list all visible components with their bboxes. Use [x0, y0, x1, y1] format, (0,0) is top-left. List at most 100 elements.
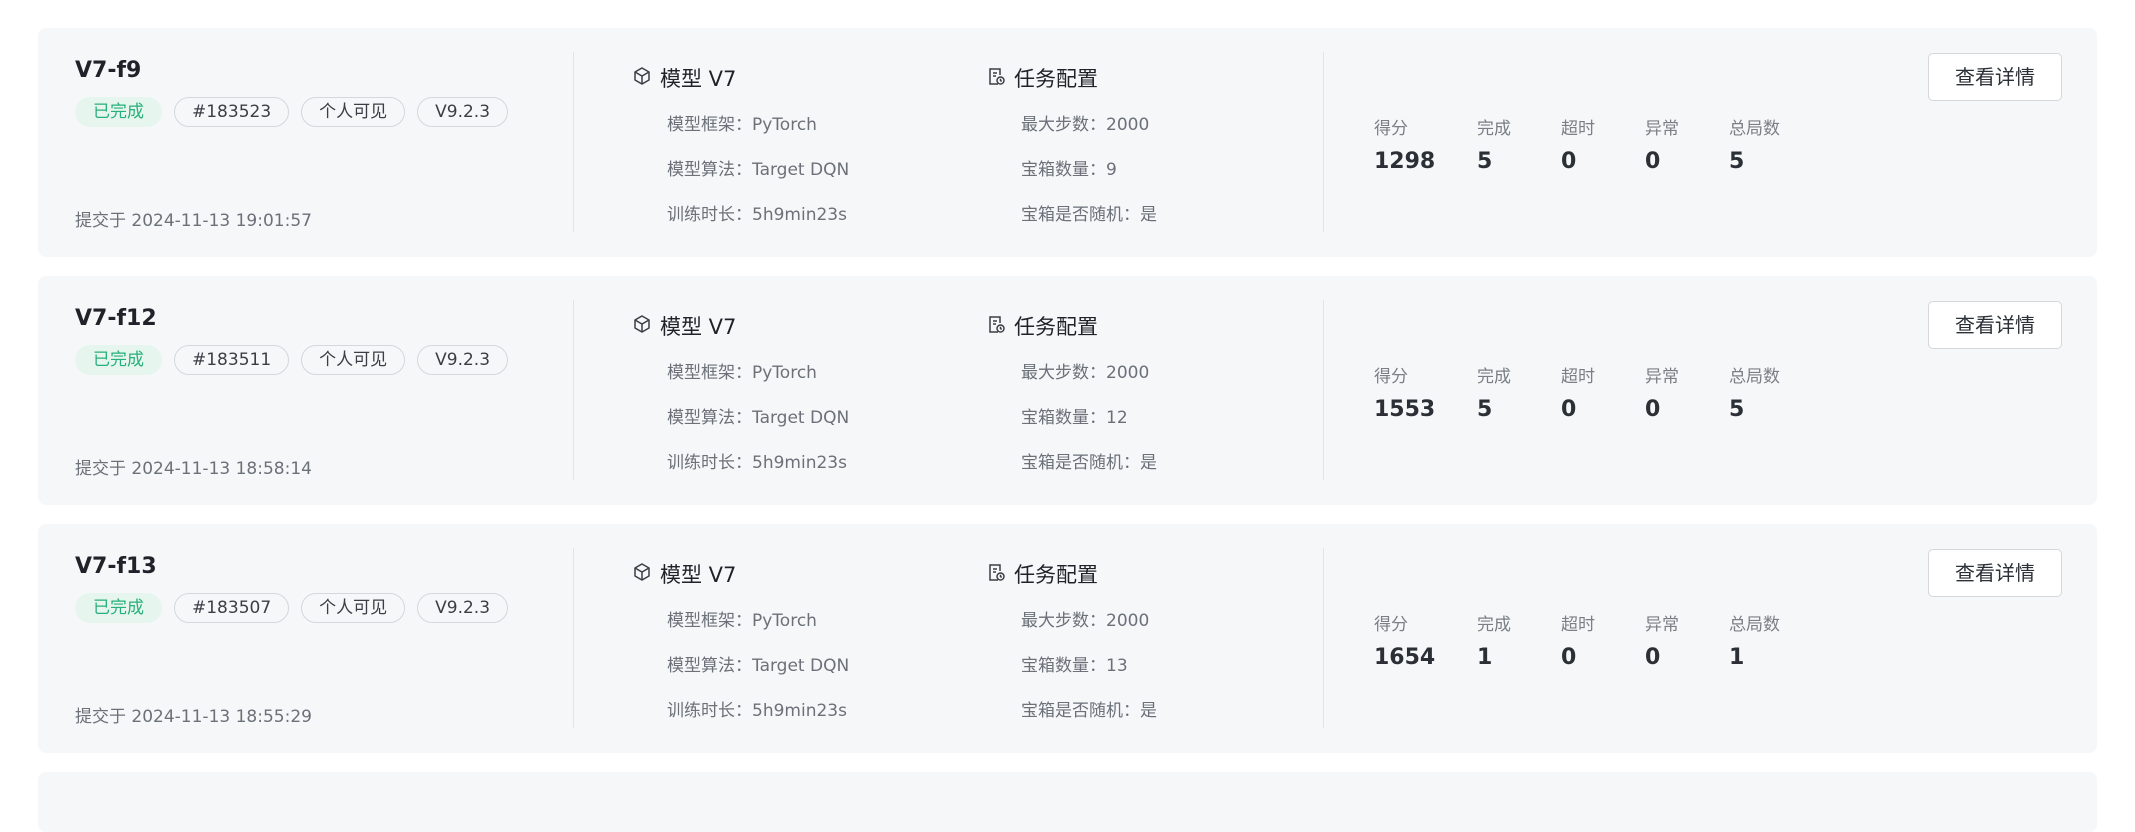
- cube-icon: [632, 66, 652, 91]
- model-algorithm: 模型算法：Target DQN: [667, 408, 850, 428]
- submission-id-tag: #183511: [174, 345, 290, 375]
- stat-label: 得分: [1374, 367, 1408, 387]
- divider: [1323, 548, 1324, 728]
- stat-error: 异常 0: [1645, 362, 1679, 422]
- stat-timeout: 超时 0: [1561, 610, 1595, 670]
- chest-random: 宝箱是否随机：是: [1021, 205, 1157, 225]
- visibility-tag: 个人可见: [301, 593, 406, 623]
- stat-label: 异常: [1645, 615, 1679, 635]
- version-tag: V9.2.3: [417, 97, 509, 127]
- max-steps: 最大步数：2000: [1021, 115, 1150, 135]
- submission-card-partial: [38, 772, 2097, 832]
- stat-value: 5: [1477, 149, 1493, 174]
- stat-completed: 完成 5: [1477, 362, 1511, 422]
- stat-timeout: 超时 0: [1561, 362, 1595, 422]
- view-details-button[interactable]: 查看详情: [1928, 53, 2062, 101]
- cube-icon: [632, 562, 652, 587]
- submission-title: V7-f12: [75, 306, 157, 331]
- stat-label: 总局数: [1729, 615, 1780, 635]
- stat-value: 0: [1645, 397, 1661, 422]
- stat-label: 得分: [1374, 119, 1408, 139]
- stat-value: 0: [1561, 149, 1577, 174]
- model-section-label: 模型 V7: [660, 563, 737, 587]
- task-section-header: 任务配置: [986, 311, 1098, 341]
- stat-score: 得分 1298: [1374, 114, 1435, 174]
- divider: [573, 52, 574, 232]
- submitted-time: 提交于 2024-11-13 18:55:29: [75, 707, 312, 727]
- tag-list: 已完成 #183507 个人可见 V9.2.3: [75, 593, 509, 623]
- tag-list: 已完成 #183523 个人可见 V9.2.3: [75, 97, 509, 127]
- stat-value: 5: [1729, 149, 1745, 174]
- stat-value: 1: [1477, 645, 1493, 670]
- status-badge: 已完成: [75, 97, 162, 127]
- model-section-header: 模型 V7: [632, 311, 736, 341]
- model-section-label: 模型 V7: [660, 67, 737, 91]
- chest-random: 宝箱是否随机：是: [1021, 453, 1157, 473]
- task-section-header: 任务配置: [986, 63, 1098, 93]
- stat-label: 完成: [1477, 119, 1511, 139]
- stat-completed: 完成 1: [1477, 610, 1511, 670]
- submitted-time: 提交于 2024-11-13 18:58:14: [75, 459, 312, 479]
- divider: [573, 300, 574, 480]
- model-section-label: 模型 V7: [660, 315, 737, 339]
- chest-count: 宝箱数量：9: [1021, 160, 1117, 180]
- stat-label: 异常: [1645, 367, 1679, 387]
- chest-random: 宝箱是否随机：是: [1021, 701, 1157, 721]
- stat-label: 总局数: [1729, 367, 1780, 387]
- chest-count: 宝箱数量：13: [1021, 656, 1128, 676]
- stat-label: 完成: [1477, 367, 1511, 387]
- stat-error: 异常 0: [1645, 114, 1679, 174]
- stat-total: 总局数 5: [1729, 362, 1780, 422]
- stat-value: 0: [1645, 645, 1661, 670]
- submission-title: V7-f13: [75, 554, 157, 579]
- max-steps: 最大步数：2000: [1021, 611, 1150, 631]
- training-duration: 训练时长：5h9min23s: [667, 453, 847, 473]
- model-framework: 模型框架：PyTorch: [667, 115, 817, 135]
- model-algorithm: 模型算法：Target DQN: [667, 656, 850, 676]
- stat-value: 0: [1561, 397, 1577, 422]
- visibility-tag: 个人可见: [301, 97, 406, 127]
- stat-value: 0: [1645, 149, 1661, 174]
- model-algorithm: 模型算法：Target DQN: [667, 160, 850, 180]
- stat-label: 超时: [1561, 367, 1595, 387]
- task-config-icon: [986, 314, 1006, 339]
- view-details-button[interactable]: 查看详情: [1928, 549, 2062, 597]
- model-section-header: 模型 V7: [632, 559, 736, 589]
- stat-total: 总局数 5: [1729, 114, 1780, 174]
- task-section-header: 任务配置: [986, 559, 1098, 589]
- submission-title: V7-f9: [75, 58, 142, 83]
- submission-id-tag: #183523: [174, 97, 290, 127]
- stat-total: 总局数 1: [1729, 610, 1780, 670]
- training-duration: 训练时长：5h9min23s: [667, 205, 847, 225]
- stat-value: 5: [1477, 397, 1493, 422]
- submission-card: V7-f9 已完成 #183523 个人可见 V9.2.3 提交于 2024-1…: [38, 28, 2097, 257]
- stat-value: 5: [1729, 397, 1745, 422]
- stat-score: 得分 1553: [1374, 362, 1435, 422]
- stat-label: 超时: [1561, 615, 1595, 635]
- task-config-icon: [986, 66, 1006, 91]
- chest-count: 宝箱数量：12: [1021, 408, 1128, 428]
- model-section-header: 模型 V7: [632, 63, 736, 93]
- stat-label: 总局数: [1729, 119, 1780, 139]
- model-framework: 模型框架：PyTorch: [667, 611, 817, 631]
- stat-label: 完成: [1477, 615, 1511, 635]
- stat-value: 1654: [1374, 645, 1436, 670]
- submitted-time: 提交于 2024-11-13 19:01:57: [75, 211, 312, 231]
- model-framework: 模型框架：PyTorch: [667, 363, 817, 383]
- version-tag: V9.2.3: [417, 593, 509, 623]
- training-duration: 训练时长：5h9min23s: [667, 701, 847, 721]
- divider: [573, 548, 574, 728]
- stat-value: 1553: [1374, 397, 1436, 422]
- stat-label: 超时: [1561, 119, 1595, 139]
- status-badge: 已完成: [75, 593, 162, 623]
- tag-list: 已完成 #183511 个人可见 V9.2.3: [75, 345, 509, 375]
- task-section-label: 任务配置: [1014, 315, 1098, 339]
- task-section-label: 任务配置: [1014, 67, 1098, 91]
- stat-label: 得分: [1374, 615, 1408, 635]
- stat-value: 0: [1561, 645, 1577, 670]
- stat-score: 得分 1654: [1374, 610, 1435, 670]
- submission-card: V7-f13 已完成 #183507 个人可见 V9.2.3 提交于 2024-…: [38, 524, 2097, 753]
- stat-timeout: 超时 0: [1561, 114, 1595, 174]
- task-section-label: 任务配置: [1014, 563, 1098, 587]
- view-details-button[interactable]: 查看详情: [1928, 301, 2062, 349]
